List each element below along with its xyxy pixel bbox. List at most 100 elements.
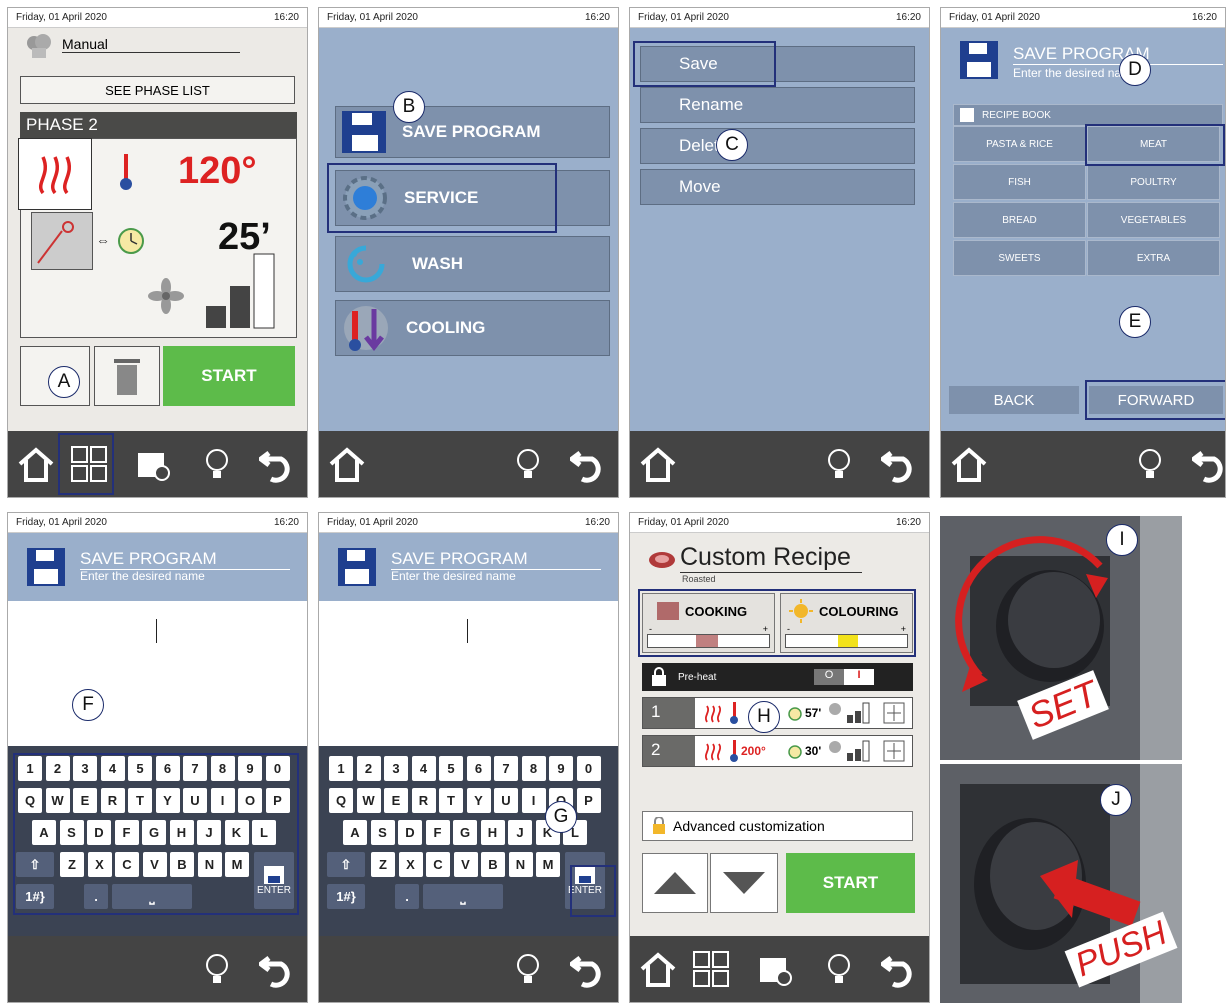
key-d[interactable]: D xyxy=(398,820,422,845)
action-move[interactable]: Move xyxy=(640,169,915,205)
key-dot[interactable]: . xyxy=(395,884,419,909)
key-6[interactable]: 6 xyxy=(466,756,491,781)
category-extra[interactable]: EXTRA xyxy=(1087,240,1220,276)
key-5[interactable]: 5 xyxy=(439,756,463,781)
programs-highlight xyxy=(58,433,114,495)
key-e[interactable]: E xyxy=(384,788,408,813)
key-shift[interactable]: ⇧ xyxy=(327,852,365,877)
key-sym[interactable]: 1#} xyxy=(327,884,365,909)
key-4[interactable]: 4 xyxy=(411,756,436,781)
back-button[interactable]: BACK xyxy=(949,386,1079,414)
key-q[interactable]: Q xyxy=(329,788,353,813)
lightbulb-icon[interactable] xyxy=(1127,441,1173,487)
key-8[interactable]: 8 xyxy=(521,756,546,781)
name-input[interactable] xyxy=(319,601,618,746)
key-c[interactable]: C xyxy=(426,852,450,877)
home-icon[interactable] xyxy=(324,441,370,487)
heating-icon[interactable] xyxy=(18,138,92,210)
keyboard-highlight xyxy=(13,753,299,915)
see-phase-list-button[interactable]: SEE PHASE LIST xyxy=(20,76,295,104)
temperature-value[interactable]: 120° xyxy=(178,150,257,193)
calendar-icon[interactable] xyxy=(130,441,176,487)
back-arrow-icon[interactable] xyxy=(1186,441,1225,487)
fan-speed-bars[interactable] xyxy=(204,250,284,337)
start-button[interactable]: START xyxy=(163,346,295,406)
home-icon[interactable] xyxy=(635,946,681,992)
key-0[interactable]: 0 xyxy=(576,756,601,781)
lock-icon xyxy=(652,667,666,686)
key-w[interactable]: W xyxy=(356,788,381,813)
menu-save-program[interactable]: SAVE PROGRAM xyxy=(335,106,610,158)
key-a[interactable]: A xyxy=(343,820,367,845)
key-v[interactable]: V xyxy=(453,852,478,877)
back-arrow-icon[interactable] xyxy=(253,441,299,487)
key-m[interactable]: M xyxy=(536,852,560,877)
key-g[interactable]: G xyxy=(453,820,477,845)
key-2[interactable]: 2 xyxy=(356,756,381,781)
text-cursor xyxy=(467,619,468,643)
lightbulb-icon[interactable] xyxy=(816,441,862,487)
nav-bar xyxy=(319,431,618,497)
lightbulb-icon[interactable] xyxy=(505,441,551,487)
phase-row-2[interactable]: 2 200° 30' xyxy=(642,735,913,767)
menu-cooling[interactable]: COOLING xyxy=(335,300,610,356)
action-rename[interactable]: Rename xyxy=(640,87,915,123)
preheat-bar: Pre-heat O I xyxy=(642,663,913,691)
status-time: 16:20 xyxy=(273,12,299,23)
phase-temp: 200° xyxy=(741,744,766,758)
key-7[interactable]: 7 xyxy=(494,756,518,781)
key-x[interactable]: X xyxy=(398,852,423,877)
category-pasta-rice[interactable]: PASTA & RICE xyxy=(953,126,1086,162)
category-fish[interactable]: FISH xyxy=(953,164,1086,200)
action-delete[interactable]: Delete xyxy=(640,128,915,164)
key-j[interactable]: J xyxy=(508,820,532,845)
key-3[interactable]: 3 xyxy=(384,756,408,781)
back-arrow-icon[interactable] xyxy=(875,441,921,487)
category-sweets[interactable]: SWEETS xyxy=(953,240,1086,276)
advanced-customization-button[interactable]: Advanced customization xyxy=(642,811,913,841)
back-arrow-icon[interactable] xyxy=(564,946,610,992)
preheat-toggle[interactable]: O I xyxy=(814,669,874,685)
key-b[interactable]: B xyxy=(481,852,505,877)
key-z[interactable]: Z xyxy=(371,852,395,877)
key-t[interactable]: T xyxy=(439,788,463,813)
lightbulb-icon[interactable] xyxy=(505,946,551,992)
lightbulb-icon[interactable] xyxy=(194,946,240,992)
key-f[interactable]: F xyxy=(425,820,450,845)
key-space[interactable]: ⎵ xyxy=(423,884,503,909)
key-i[interactable]: I xyxy=(521,788,546,813)
home-icon[interactable] xyxy=(13,441,59,487)
save-header: SAVE PROGRAM Enter the desired name xyxy=(319,533,618,601)
scroll-down-button[interactable] xyxy=(710,853,778,913)
home-icon[interactable] xyxy=(635,441,681,487)
back-arrow-icon[interactable] xyxy=(253,946,299,992)
key-p[interactable]: P xyxy=(576,788,601,813)
category-bread[interactable]: BREAD xyxy=(953,202,1086,238)
nav-bar xyxy=(630,936,929,1002)
thermometer-icon xyxy=(118,152,134,197)
name-input[interactable] xyxy=(8,601,307,746)
back-arrow-icon[interactable] xyxy=(564,441,610,487)
key-n[interactable]: N xyxy=(508,852,533,877)
lightbulb-icon[interactable] xyxy=(816,946,862,992)
key-1[interactable]: 1 xyxy=(329,756,353,781)
probe-box[interactable] xyxy=(31,212,93,270)
category-poultry[interactable]: POULTRY xyxy=(1087,164,1220,200)
start-button[interactable]: START xyxy=(786,853,915,913)
key-r[interactable]: R xyxy=(411,788,436,813)
calendar-icon[interactable] xyxy=(752,946,798,992)
programs-icon[interactable] xyxy=(688,946,734,992)
key-9[interactable]: 9 xyxy=(549,756,573,781)
key-u[interactable]: U xyxy=(494,788,518,813)
key-h[interactable]: H xyxy=(480,820,505,845)
menu-wash[interactable]: WASH xyxy=(335,236,610,292)
key-s[interactable]: S xyxy=(370,820,395,845)
scroll-up-button[interactable] xyxy=(642,853,708,913)
delete-button[interactable] xyxy=(94,346,160,406)
key-y[interactable]: Y xyxy=(466,788,491,813)
book-icon xyxy=(960,108,974,122)
category-vegetables[interactable]: VEGETABLES xyxy=(1087,202,1220,238)
back-arrow-icon[interactable] xyxy=(875,946,921,992)
home-icon[interactable] xyxy=(946,441,992,487)
lightbulb-icon[interactable] xyxy=(194,441,240,487)
